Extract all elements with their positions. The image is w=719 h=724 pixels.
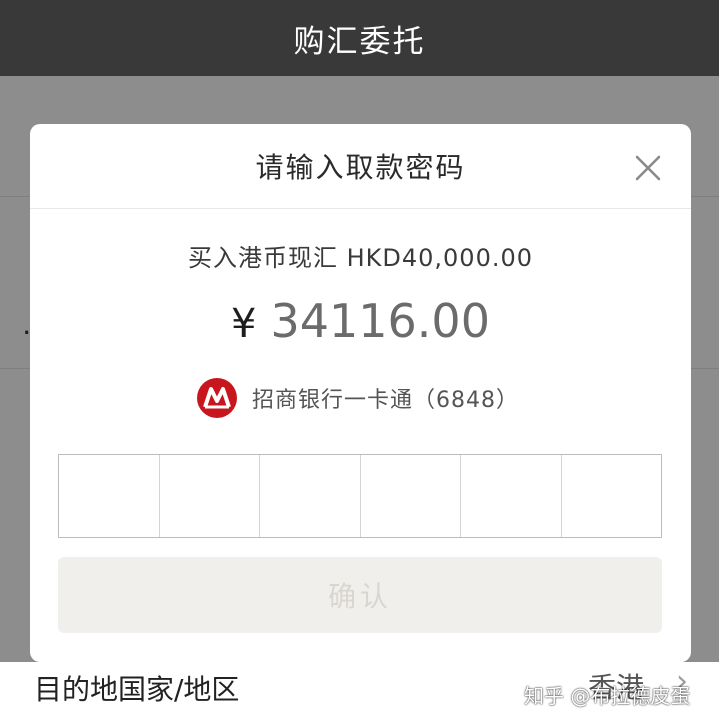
cmb-logo-icon <box>197 378 237 418</box>
payment-card: 招商银行一卡通（6848） <box>196 376 519 420</box>
dialog-divider <box>30 208 691 209</box>
pin-digit-2[interactable] <box>160 455 260 537</box>
watermark: 知乎 @布拉德皮蛋 <box>524 684 691 708</box>
close-icon[interactable] <box>630 150 666 186</box>
pin-digit-5[interactable] <box>461 455 562 537</box>
pin-digit-6[interactable] <box>562 455 662 537</box>
amount-value: 34116.00 <box>270 294 490 348</box>
payment-amount: ¥34116.00 <box>30 294 691 348</box>
currency-symbol: ¥ <box>231 301 257 347</box>
pin-digit-4[interactable] <box>361 455 461 537</box>
page-title: 购汇委托 <box>0 0 719 76</box>
pin-dialog: 请输入取款密码 买入港币现汇 HKD40,000.00 ¥34116.00 招商… <box>30 124 691 662</box>
purchase-summary: 买入港币现汇 HKD40,000.00 <box>187 244 534 272</box>
card-label: 招商银行一卡通（6848） <box>252 388 519 413</box>
dialog-title: 请输入取款密码 <box>255 151 466 184</box>
pin-digit-1[interactable] <box>59 455 160 537</box>
destination-label: 目的地国家/地区 <box>34 673 240 706</box>
confirm-button[interactable]: 确认 <box>58 557 662 633</box>
pin-digit-3[interactable] <box>260 455 361 537</box>
pin-input[interactable] <box>58 454 662 538</box>
